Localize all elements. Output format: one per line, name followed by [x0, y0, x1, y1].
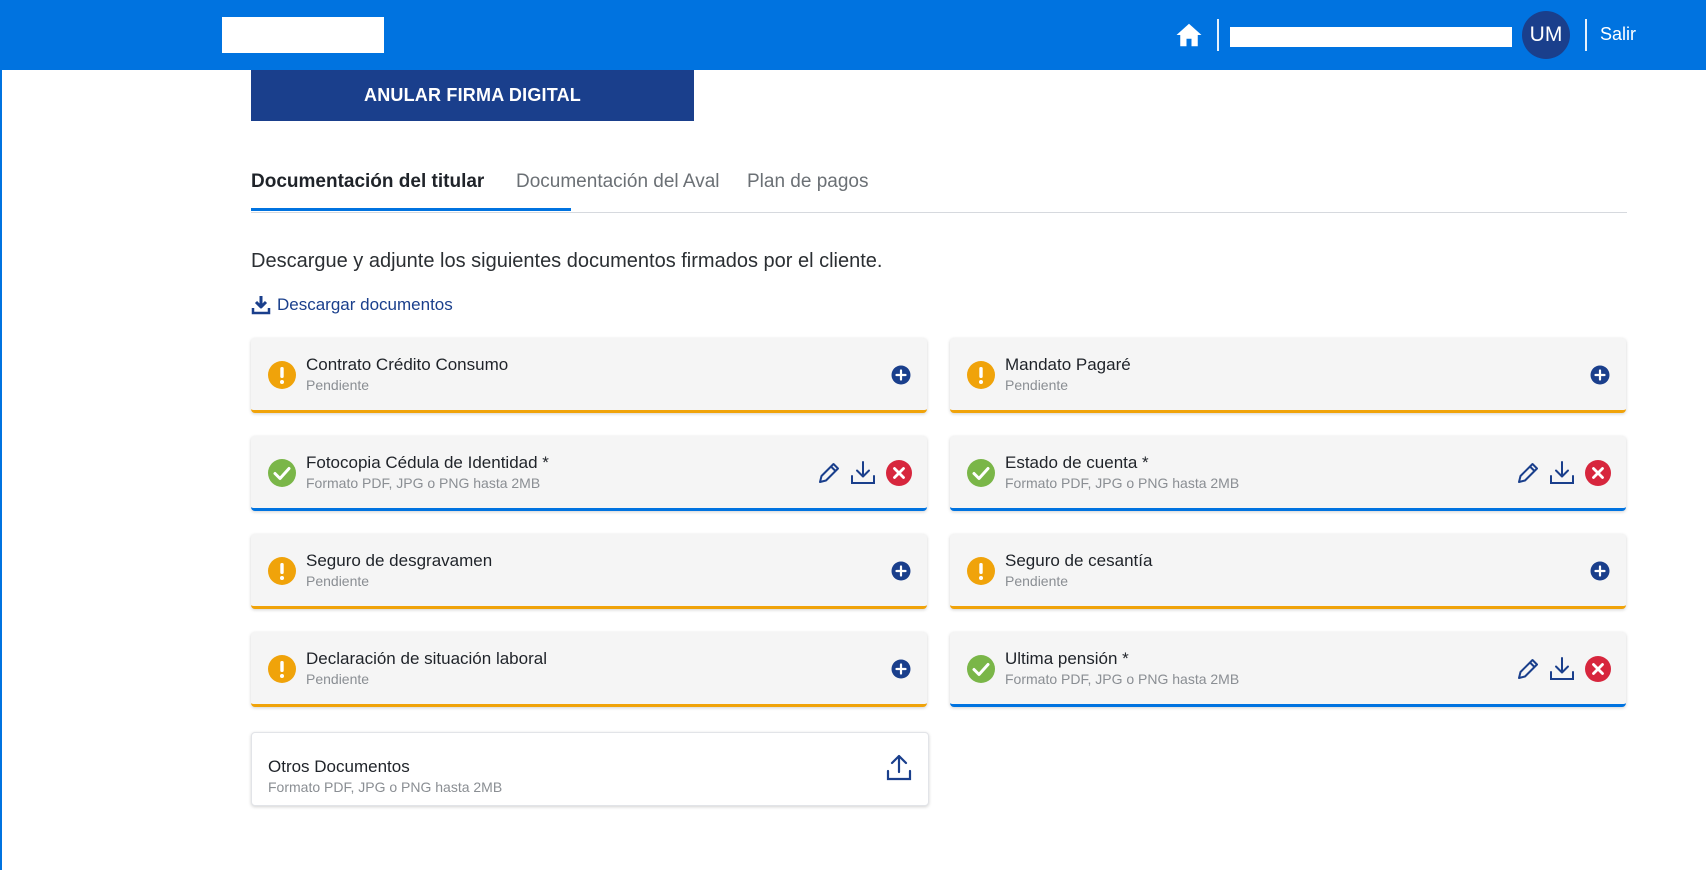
warning-icon	[967, 361, 995, 389]
plus-icon[interactable]	[1590, 365, 1610, 385]
check-icon	[967, 459, 995, 487]
download-icon	[251, 296, 271, 315]
check-icon	[967, 655, 995, 683]
download-icon[interactable]	[849, 459, 877, 487]
divider	[1585, 19, 1587, 51]
tab-bar: Documentación del titular Documentación …	[251, 168, 1627, 213]
plus-icon[interactable]	[891, 365, 911, 385]
delete-icon[interactable]	[1584, 655, 1612, 683]
document-subtitle: Pendiente	[306, 671, 370, 687]
document-card: Seguro de desgravamen Pendiente	[251, 534, 927, 609]
document-title: Mandato Pagaré	[1005, 355, 1131, 374]
download-icon[interactable]	[1548, 459, 1576, 487]
document-title: Estado de cuenta *	[1005, 453, 1149, 472]
logout-link[interactable]: Salir	[1600, 24, 1636, 45]
document-subtitle: Formato PDF, JPG o PNG hasta 2MB	[1005, 671, 1240, 687]
document-subtitle: Formato PDF, JPG o PNG hasta 2MB	[1005, 475, 1240, 491]
document-card: Declaración de situación laboral Pendient…	[251, 632, 927, 707]
delete-icon[interactable]	[885, 459, 913, 487]
avatar[interactable]: UM	[1522, 11, 1570, 59]
download-documents-label: Descargar documentos	[277, 295, 453, 314]
document-subtitle: Pendiente	[1005, 377, 1069, 393]
page-left-border	[0, 70, 2, 870]
plus-icon[interactable]	[1590, 561, 1610, 581]
home-icon[interactable]	[1174, 20, 1204, 50]
warning-icon	[268, 655, 296, 683]
pencil-icon[interactable]	[1514, 655, 1542, 683]
warning-icon	[268, 557, 296, 585]
warning-icon	[967, 557, 995, 585]
pencil-icon[interactable]	[1514, 459, 1542, 487]
check-icon	[268, 459, 296, 487]
document-title: Contrato Crédito Consumo	[306, 355, 509, 374]
delete-icon[interactable]	[1584, 459, 1612, 487]
other-documents-card: Otros Documentos Formato PDF, JPG o PNG …	[251, 732, 929, 806]
pencil-icon[interactable]	[815, 459, 843, 487]
document-subtitle: Pendiente	[1005, 573, 1069, 589]
document-card: Fotocopia Cédula de Identidad * Formato P…	[251, 436, 927, 511]
plus-icon[interactable]	[891, 659, 911, 679]
document-title: Otros Documentos	[268, 757, 410, 776]
tab-titular-documents[interactable]: Documentación del titular	[251, 171, 484, 193]
app-logo[interactable]	[222, 17, 384, 53]
document-card: Estado de cuenta * Formato PDF, JPG o PNG…	[950, 436, 1626, 511]
document-title: Fotocopia Cédula de Identidad *	[306, 453, 549, 472]
document-title: Declaración de situación laboral	[306, 649, 547, 668]
document-title: Ultima pensión *	[1005, 649, 1129, 668]
document-card: Contrato Crédito Consumo Pendiente	[251, 338, 927, 413]
active-tab-indicator	[251, 208, 571, 211]
document-subtitle: Pendiente	[306, 573, 370, 589]
user-name	[1230, 27, 1512, 47]
document-title: Seguro de cesantía	[1005, 551, 1153, 570]
top-navbar: UM Salir	[0, 0, 1706, 70]
document-card: Ultima pensión * Formato PDF, JPG o PNG h…	[950, 632, 1626, 707]
document-card: Mandato Pagaré Pendiente	[950, 338, 1626, 413]
document-subtitle: Pendiente	[306, 377, 370, 393]
instructions-text: Descargue y adjunte los siguientes docum…	[251, 250, 883, 272]
annul-digital-signature-button[interactable]: ANULAR FIRMA DIGITAL	[251, 70, 694, 121]
download-icon[interactable]	[1548, 655, 1576, 683]
document-subtitle: Formato PDF, JPG o PNG hasta 2MB	[268, 779, 503, 795]
plus-icon[interactable]	[891, 561, 911, 581]
divider	[1217, 19, 1219, 51]
tab-payment-plan[interactable]: Plan de pagos	[747, 171, 869, 193]
warning-icon	[268, 361, 296, 389]
upload-icon[interactable]	[884, 753, 914, 783]
document-subtitle: Formato PDF, JPG o PNG hasta 2MB	[306, 475, 541, 491]
tab-aval-documents[interactable]: Documentación del Aval	[516, 171, 720, 193]
download-documents-link[interactable]: Descargar documentos	[251, 294, 453, 316]
document-title: Seguro de desgravamen	[306, 551, 493, 570]
document-card: Seguro de cesantía Pendiente	[950, 534, 1626, 609]
